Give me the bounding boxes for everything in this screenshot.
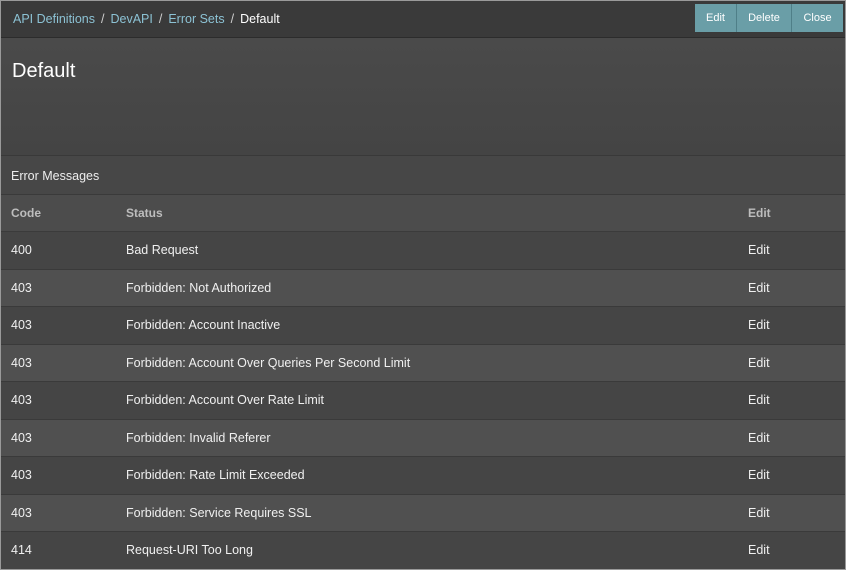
row-code: 403 [11, 355, 32, 370]
row-status: Forbidden: Not Authorized [126, 280, 272, 295]
column-header-status: Status [126, 206, 163, 220]
row-status: Request-URI Too Long [126, 543, 253, 558]
row-code: 403 [11, 280, 32, 295]
table-row: 414 Request-URI Too Long Edit [1, 532, 845, 569]
row-edit-link[interactable]: Edit [748, 393, 770, 407]
top-bar: API Definitions / DevAPI / Error Sets / Defaul… [1, 1, 845, 38]
breadcrumb-api-definitions[interactable]: API Definitions [13, 12, 95, 26]
row-code: 414 [11, 543, 32, 558]
row-code: 403 [11, 430, 32, 445]
section-title: Error Messages [11, 169, 100, 183]
table-row: 403 Forbidden: Account Inactive Edit [1, 307, 845, 345]
row-code: 403 [11, 393, 32, 408]
row-edit-link[interactable]: Edit [748, 468, 770, 482]
app-window: API Definitions / DevAPI / Error Sets / Defaul… [0, 0, 846, 570]
row-code: 403 [11, 468, 32, 483]
row-status: Forbidden: Rate Limit Exceeded [126, 468, 305, 483]
breadcrumb-separator: / [158, 12, 163, 26]
header-panel: Default [1, 38, 845, 156]
row-status: Forbidden: Service Requires SSL [126, 505, 312, 520]
table-row: 403 Forbidden: Service Requires SSL Edit [1, 494, 845, 532]
row-edit-link[interactable]: Edit [748, 431, 770, 445]
breadcrumb-separator: / [230, 12, 235, 26]
row-status: Forbidden: Account Inactive [126, 318, 281, 333]
row-edit-link[interactable]: Edit [748, 281, 770, 295]
table-row: 403 Forbidden: Account Over Queries Per … [1, 344, 845, 382]
breadcrumb-devapi[interactable]: DevAPI [110, 12, 152, 26]
action-buttons: Edit Delete Close [695, 4, 843, 32]
row-edit-link[interactable]: Edit [748, 318, 770, 332]
row-code: 403 [11, 505, 32, 520]
table-row: 403 Forbidden: Invalid Referer Edit [1, 419, 845, 457]
row-status: Forbidden: Account Over Queries Per Seco… [126, 355, 411, 370]
close-button[interactable]: Close [791, 4, 843, 32]
column-header-code: Code [11, 206, 41, 220]
row-status: Bad Request [126, 243, 199, 258]
breadcrumb-separator: / [100, 12, 105, 26]
row-edit-link[interactable]: Edit [748, 243, 770, 257]
page-title: Default [12, 60, 76, 82]
row-code: 400 [11, 243, 32, 258]
row-code: 403 [11, 318, 32, 333]
row-edit-link[interactable]: Edit [748, 543, 770, 557]
breadcrumb-error-sets[interactable]: Error Sets [168, 12, 224, 26]
delete-button[interactable]: Delete [736, 4, 791, 32]
table-row: 403 Forbidden: Account Over Rate Limit E… [1, 382, 845, 420]
row-status: Forbidden: Account Over Rate Limit [126, 393, 325, 408]
column-header-edit: Edit [748, 206, 771, 220]
edit-button[interactable]: Edit [695, 4, 736, 32]
table-row: 400 Bad Request Edit [1, 232, 845, 270]
row-edit-link[interactable]: Edit [748, 506, 770, 520]
section-header: Error Messages [1, 156, 845, 195]
error-messages-table: Code Status Edit 400 Bad Request Edit 40… [1, 195, 845, 569]
table-row: 403 Forbidden: Rate Limit Exceeded Edit [1, 457, 845, 495]
table-header: Code Status Edit [1, 195, 845, 232]
breadcrumb-current: Default [240, 12, 280, 26]
breadcrumb: API Definitions / DevAPI / Error Sets / Defaul… [13, 12, 280, 26]
table-row: 403 Forbidden: Not Authorized Edit [1, 269, 845, 307]
row-edit-link[interactable]: Edit [748, 356, 770, 370]
row-status: Forbidden: Invalid Referer [126, 430, 271, 445]
